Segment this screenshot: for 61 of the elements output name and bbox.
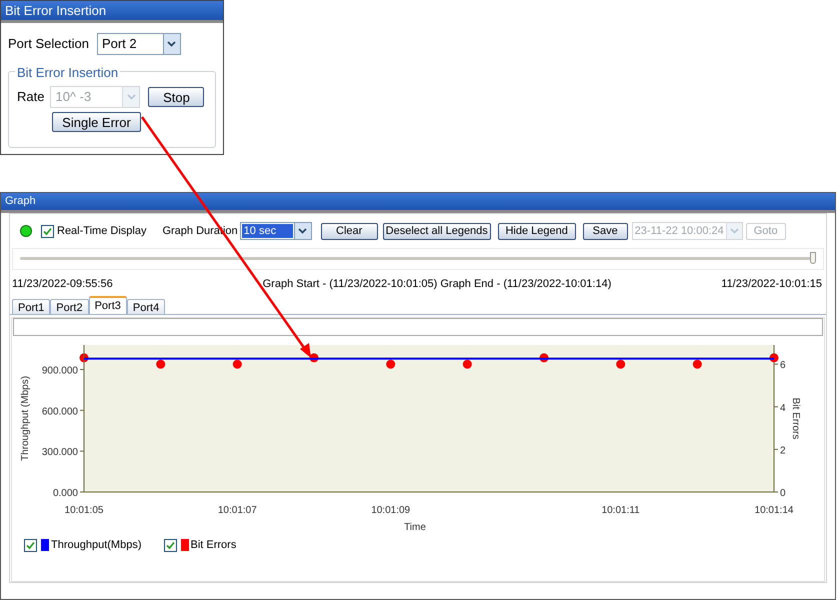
window-title: Bit Error Insertion bbox=[1, 1, 223, 23]
end-time: 11/23/2022-10:01:15 bbox=[721, 276, 822, 292]
checkbox[interactable] bbox=[164, 538, 176, 552]
chevron-down-icon bbox=[298, 228, 308, 234]
tick-label: 6 bbox=[780, 360, 786, 372]
start-time: 11/23/2022-09:55:56 bbox=[12, 276, 113, 292]
button[interactable]: Stop bbox=[148, 87, 204, 107]
data-point bbox=[462, 360, 472, 369]
checkbox[interactable] bbox=[41, 224, 54, 238]
field-label: Port Selection bbox=[8, 35, 89, 54]
window-title: Graph bbox=[1, 193, 835, 213]
data-point bbox=[232, 360, 242, 369]
chevron-down-icon bbox=[167, 41, 176, 47]
data-point bbox=[80, 353, 88, 362]
tab[interactable]: Port4 bbox=[126, 299, 166, 314]
checkbox-label: Real-Time Display bbox=[57, 224, 146, 239]
tick-label: 10:01:07 bbox=[218, 505, 257, 516]
checkmark-icon bbox=[43, 226, 52, 236]
tick-label: 0 bbox=[780, 488, 786, 499]
data-point bbox=[616, 360, 626, 369]
axis-title: Bit Errors bbox=[790, 398, 801, 440]
chevron-down-icon bbox=[126, 94, 136, 100]
duration-select[interactable]: 10 sec bbox=[240, 222, 312, 240]
legend-label: Bit Errors bbox=[190, 538, 236, 553]
button[interactable]: Single Error bbox=[52, 112, 141, 132]
data-point bbox=[770, 353, 778, 362]
tab[interactable]: Port1 bbox=[12, 299, 50, 314]
tick-label: 0.000 bbox=[52, 488, 78, 499]
axis-title: Throughput (Mbps) bbox=[20, 376, 31, 462]
data-point bbox=[386, 360, 396, 369]
tick-label: 4 bbox=[780, 402, 786, 414]
tab[interactable]: Port2 bbox=[50, 299, 89, 314]
tab[interactable]: Port3 bbox=[88, 296, 127, 314]
tick-label: 10:01:11 bbox=[602, 505, 640, 516]
checkbox[interactable] bbox=[24, 538, 37, 552]
tick-label: 900.000 bbox=[42, 366, 78, 376]
graph-range: Graph Start - (11/23/2022-10:01:05) Graph End - (11/23/2022-10:01:14) bbox=[262, 276, 612, 292]
legend-label: Throughput(Mbps) bbox=[51, 538, 142, 553]
tick-label: 300.000 bbox=[42, 447, 78, 458]
tick-label: 10:01:14 bbox=[754, 505, 794, 516]
tick-label: 10:01:09 bbox=[371, 505, 410, 516]
chevron-down-icon bbox=[730, 228, 739, 234]
timeline-slider[interactable] bbox=[12, 248, 824, 270]
slider-thumb[interactable] bbox=[810, 252, 816, 264]
field-label: Rate bbox=[17, 88, 44, 106]
checkmark-icon bbox=[166, 540, 174, 550]
data-point bbox=[692, 360, 702, 369]
tick-label: 2 bbox=[780, 445, 786, 456]
port-select[interactable]: Port 2 bbox=[96, 33, 181, 55]
button[interactable]: Hide Legend bbox=[498, 222, 576, 240]
button[interactable]: Clear bbox=[320, 222, 378, 240]
button[interactable]: Save bbox=[582, 222, 628, 240]
dropdown-arrow-button[interactable] bbox=[162, 34, 180, 54]
axis-title: Time bbox=[404, 522, 426, 533]
tick-label: 600.000 bbox=[42, 406, 78, 418]
data-point bbox=[540, 353, 548, 362]
checkmark-icon bbox=[26, 540, 35, 550]
data-point bbox=[156, 360, 166, 369]
button[interactable]: Deselect all Legends bbox=[382, 222, 491, 240]
tick-label: 10:01:05 bbox=[64, 505, 104, 516]
dropdown-arrow-button[interactable] bbox=[294, 223, 311, 239]
